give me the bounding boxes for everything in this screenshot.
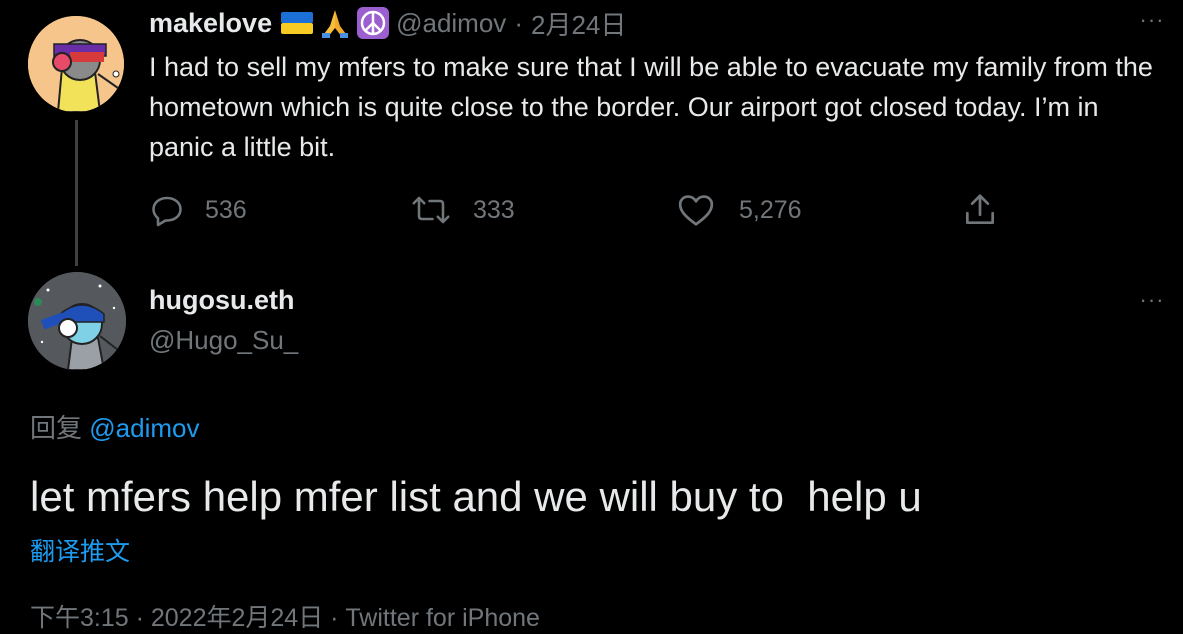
reply-button[interactable]: 536 xyxy=(149,188,247,232)
translate-tweet-link[interactable]: 翻译推文 xyxy=(30,532,130,568)
reply-more-options-button[interactable]: ··· xyxy=(1137,287,1167,312)
peace-symbol-icon xyxy=(357,7,390,39)
tweet-timestamp[interactable]: 下午3:15 · 2022年2月24日 · Twitter for iPhone xyxy=(30,598,540,634)
makelove-avatar[interactable] xyxy=(28,16,124,112)
replying-to: 回复 @adimov xyxy=(30,408,199,445)
parent-more-options-button[interactable]: ··· xyxy=(1137,7,1167,32)
parent-tweet-header: makelove @adimov · 2月24日 xyxy=(149,6,626,40)
retweet-count: 333 xyxy=(473,195,515,224)
share-button[interactable] xyxy=(961,188,999,232)
parent-display-name[interactable]: makelove xyxy=(149,8,272,39)
retweet-button[interactable]: 333 xyxy=(411,188,515,232)
reply-count: 536 xyxy=(205,195,247,224)
heart-icon xyxy=(678,195,714,226)
parent-handle[interactable]: @adimov xyxy=(396,8,506,39)
mfer-avatar-image xyxy=(28,16,124,112)
hugosu-avatar[interactable] xyxy=(28,272,126,370)
share-icon xyxy=(965,194,995,225)
thread-connector-line xyxy=(75,120,78,266)
parent-date[interactable]: 2月24日 xyxy=(531,5,626,42)
retweet-icon xyxy=(412,196,450,224)
like-button[interactable]: 5,276 xyxy=(677,188,802,232)
name-emojis xyxy=(280,6,390,40)
parent-action-bar: 536 333 5,276 xyxy=(149,188,1009,232)
mfer-avatar-image xyxy=(28,272,126,370)
reply-display-name[interactable]: hugosu.eth xyxy=(149,285,294,316)
reply-tweet-text: let mfers help mfer list and we will buy… xyxy=(30,473,922,520)
parent-tweet-text: I had to sell my mfers to make sure that… xyxy=(149,52,1153,162)
reply-icon xyxy=(152,196,182,227)
replying-to-label: 回复 xyxy=(30,413,83,443)
separator-dot: · xyxy=(514,7,523,38)
replying-to-handle-link[interactable]: @adimov xyxy=(89,413,199,443)
like-count: 5,276 xyxy=(739,195,802,224)
ukraine-flag-icon xyxy=(281,12,314,34)
reply-handle[interactable]: @Hugo_Su_ xyxy=(149,325,298,356)
folded-hands-icon xyxy=(322,10,349,38)
